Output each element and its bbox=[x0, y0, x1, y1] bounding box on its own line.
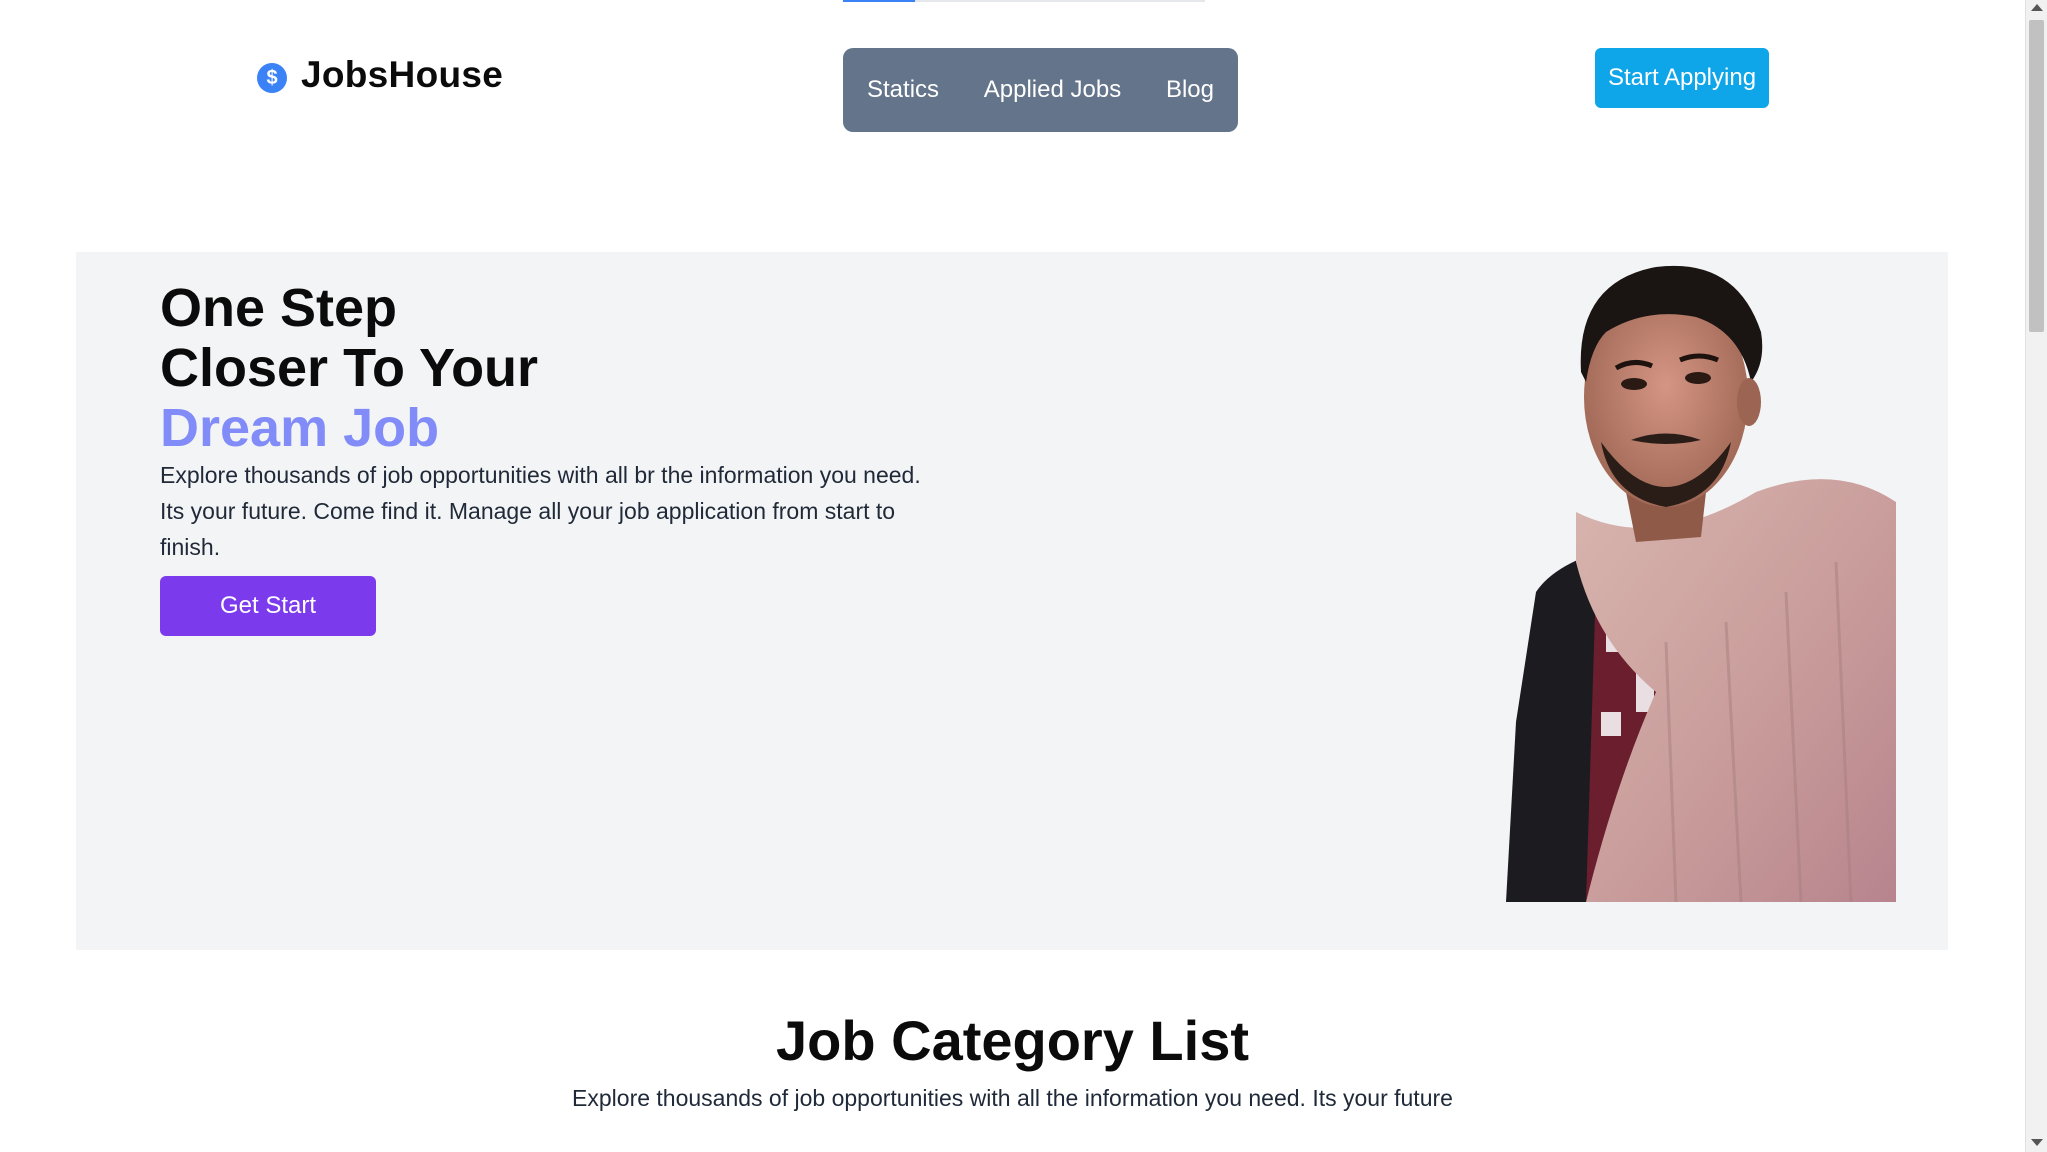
nav-blog[interactable]: Blog bbox=[1166, 76, 1214, 104]
person-portrait-photo bbox=[1506, 265, 1896, 902]
hero-title-line2: Closer To Your bbox=[160, 338, 539, 398]
nav-statics[interactable]: Statics bbox=[867, 76, 939, 104]
hero-description: Explore thousands of job opportunities w… bbox=[160, 462, 921, 560]
main-nav: Statics Applied Jobs Blog bbox=[843, 48, 1238, 132]
logo[interactable]: $ JobsHouse bbox=[257, 54, 503, 96]
hero-title-accent: Dream Job bbox=[160, 398, 440, 458]
page-loading-bar bbox=[843, 0, 1205, 2]
scroll-down-icon[interactable] bbox=[2031, 1139, 2043, 1146]
brand-name: JobsHouse bbox=[301, 54, 504, 95]
hero-section: One Step Closer To Your Dream Job Explor… bbox=[76, 252, 1948, 950]
hero-title: One Step Closer To Your Dream Job bbox=[160, 278, 538, 458]
scroll-up-icon[interactable] bbox=[2031, 4, 2043, 11]
get-start-button[interactable]: Get Start bbox=[160, 576, 376, 636]
scrollbar-thumb[interactable] bbox=[2029, 20, 2044, 332]
nav-applied-jobs[interactable]: Applied Jobs bbox=[984, 76, 1121, 104]
page: $ JobsHouse Statics Applied Jobs Blog St… bbox=[0, 0, 2047, 1152]
vertical-scrollbar[interactable] bbox=[2025, 0, 2047, 1152]
start-applying-button[interactable]: Start Applying bbox=[1595, 48, 1769, 108]
viewport: $ JobsHouse Statics Applied Jobs Blog St… bbox=[0, 0, 2025, 1152]
job-category-subtitle: Explore thousands of job opportunities w… bbox=[572, 1085, 1453, 1111]
job-category-title: Job Category List bbox=[776, 1009, 1249, 1072]
hero-title-line1: One Step bbox=[160, 278, 398, 338]
dollar-icon: $ bbox=[257, 63, 287, 93]
